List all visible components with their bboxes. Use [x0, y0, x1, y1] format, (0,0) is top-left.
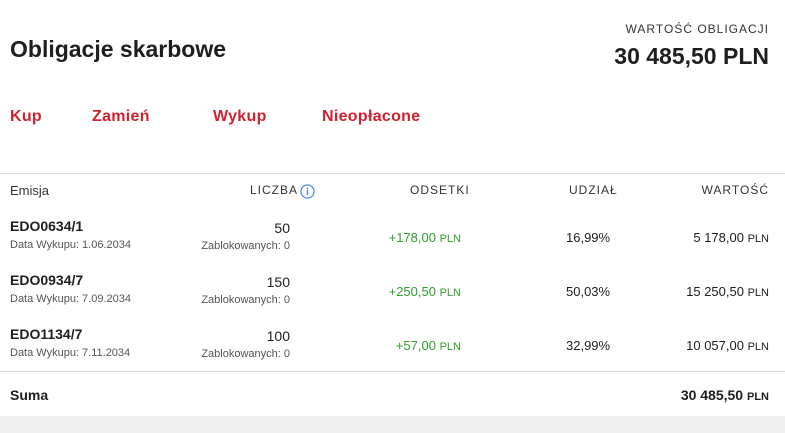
bond-redemption-date: Data Wykupu: 7.09.2034: [10, 293, 131, 305]
redeem-button[interactable]: Wykup: [213, 108, 267, 126]
total-value-currency: PLN: [747, 391, 769, 403]
bond-name: EDO0934/7: [10, 272, 84, 288]
footer-band: [0, 416, 785, 433]
table-row[interactable]: EDO1134/7 Data Wykupu: 7.11.2034 100 Zab…: [0, 326, 785, 376]
total-value-amount: 30 485,50: [680, 387, 744, 403]
bond-value-currency: PLN: [747, 233, 769, 245]
total-value: 30 485,50 PLN: [681, 387, 769, 403]
column-header-issue: Emisja: [10, 183, 50, 198]
bond-blocked: Zablokowanych: 0: [201, 348, 290, 360]
bond-value-amount: 15 250,50: [686, 284, 744, 299]
table-top-divider: [0, 173, 785, 174]
bond-interest-currency: PLN: [439, 341, 461, 353]
bond-name: EDO0634/1: [10, 218, 84, 234]
bond-value: 10 057,00 PLN: [686, 338, 769, 353]
bond-value-amount: 5 178,00: [693, 230, 744, 245]
table-row[interactable]: EDO0634/1 Data Wykupu: 1.06.2034 50 Zabl…: [0, 218, 785, 268]
bond-interest-currency: PLN: [439, 287, 461, 299]
bond-redemption-date: Data Wykupu: 7.11.2034: [10, 347, 131, 359]
bond-value: 5 178,00 PLN: [693, 230, 769, 245]
bond-interest-value: +57,00: [395, 338, 436, 353]
total-label: Suma: [10, 387, 49, 403]
column-header-value: WARTOŚĆ: [701, 183, 769, 197]
bond-interest-value: +250,50: [388, 284, 436, 299]
table-total-divider: [0, 371, 785, 372]
unpaid-button[interactable]: Nieopłacone: [322, 108, 420, 126]
bonds-value-amount: 30 485,50 PLN: [614, 43, 769, 69]
bond-redemption-date: Data Wykupu: 1.06.2034: [10, 239, 131, 251]
bond-value-amount: 10 057,00: [686, 338, 744, 353]
bonds-panel: Obligacje skarbowe WARTOŚĆ OBLIGACJI 30 …: [0, 0, 785, 416]
bonds-value-label: WARTOŚĆ OBLIGACJI: [625, 22, 769, 36]
table-row[interactable]: EDO0934/7 Data Wykupu: 7.09.2034 150 Zab…: [0, 272, 785, 322]
column-header-interest: ODSETKI: [410, 183, 470, 197]
bond-share: 16,99%: [566, 230, 611, 245]
bond-interest: +57,00 PLN: [396, 338, 461, 353]
info-icon[interactable]: [300, 184, 315, 199]
bond-count: 150: [266, 274, 290, 290]
buy-button[interactable]: Kup: [10, 108, 42, 126]
bond-count: 100: [266, 328, 290, 344]
column-header-share: UDZIAŁ: [569, 183, 618, 197]
bonds-value-summary: WARTOŚĆ OBLIGACJI 30 485,50 PLN: [614, 22, 769, 70]
bond-name: EDO1134/7: [10, 326, 83, 342]
bond-value-currency: PLN: [747, 287, 769, 299]
action-bar: Kup Zamień Wykup Nieopłacone: [0, 108, 785, 130]
bond-blocked: Zablokowanych: 0: [201, 240, 290, 252]
bond-value-currency: PLN: [747, 341, 769, 353]
bond-share: 50,03%: [566, 284, 611, 299]
bond-blocked: Zablokowanych: 0: [201, 294, 290, 306]
bond-share: 32,99%: [566, 338, 611, 353]
bond-count: 50: [274, 220, 290, 236]
bond-interest: +178,00 PLN: [389, 230, 461, 245]
bond-value: 15 250,50 PLN: [686, 284, 769, 299]
exchange-button[interactable]: Zamień: [92, 108, 150, 126]
bond-interest-value: +178,00: [388, 230, 436, 245]
page-title: Obligacje skarbowe: [10, 36, 227, 62]
bond-interest-currency: PLN: [439, 233, 461, 245]
column-header-count: LICZBA: [250, 183, 299, 197]
bond-interest: +250,50 PLN: [389, 284, 461, 299]
